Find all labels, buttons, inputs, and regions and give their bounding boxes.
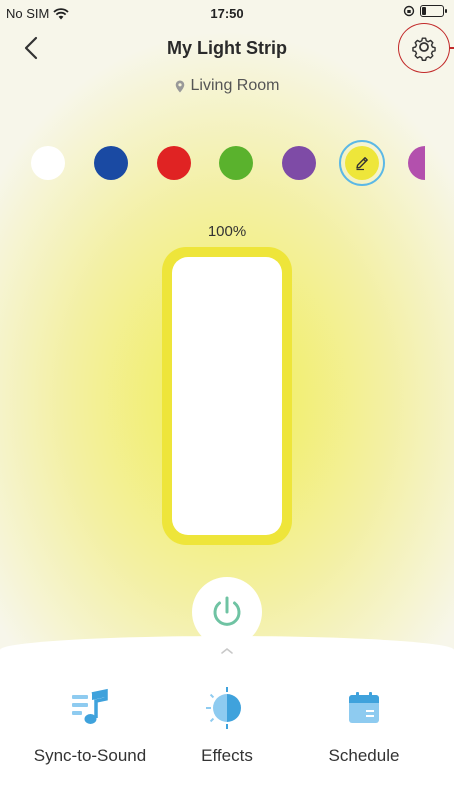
schedule-button[interactable]: Schedule <box>289 688 439 766</box>
location-pin-icon <box>175 80 184 92</box>
status-bar: No SIM 17:50 <box>0 0 454 26</box>
battery-icon <box>420 5 447 17</box>
power-icon <box>213 596 241 626</box>
sync-to-sound-label: Sync-to-Sound <box>33 746 147 765</box>
color-presets <box>0 140 454 190</box>
chevron-up-icon[interactable] <box>218 646 236 656</box>
schedule-label: Schedule <box>328 746 400 765</box>
effects-icon <box>206 687 241 729</box>
color-swatch-blue[interactable] <box>94 146 128 180</box>
clock: 17:50 <box>210 6 244 21</box>
color-swatch-red[interactable] <box>157 146 191 180</box>
brightness-fill <box>172 257 282 535</box>
effects-button[interactable]: Effects <box>152 687 302 766</box>
calendar-icon <box>349 692 379 723</box>
color-swatch-purple[interactable] <box>282 146 316 180</box>
color-swatch-white[interactable] <box>31 146 65 180</box>
music-icon <box>72 688 108 724</box>
gear-icon[interactable] <box>410 33 438 61</box>
location-text: Living Room <box>190 77 280 94</box>
pencil-icon <box>356 157 368 171</box>
status-right <box>403 5 447 17</box>
brightness-slider[interactable] <box>162 247 292 545</box>
location-label: Living Room <box>0 77 454 95</box>
color-swatch-green[interactable] <box>219 146 253 180</box>
rotation-lock-icon <box>403 5 415 17</box>
page-title: My Light Strip <box>167 38 287 58</box>
custom-color-button[interactable] <box>339 140 385 186</box>
power-button[interactable] <box>192 577 262 647</box>
annotation-line <box>449 47 454 49</box>
color-swatch-magenta[interactable] <box>408 146 425 180</box>
sync-to-sound-button[interactable]: Sync-to-Sound <box>15 688 165 766</box>
bottom-action-panel: Sync-to-Sound Effects Schedule <box>0 636 454 788</box>
brightness-percent: 100% <box>207 223 247 240</box>
effects-label: Effects <box>201 746 253 765</box>
